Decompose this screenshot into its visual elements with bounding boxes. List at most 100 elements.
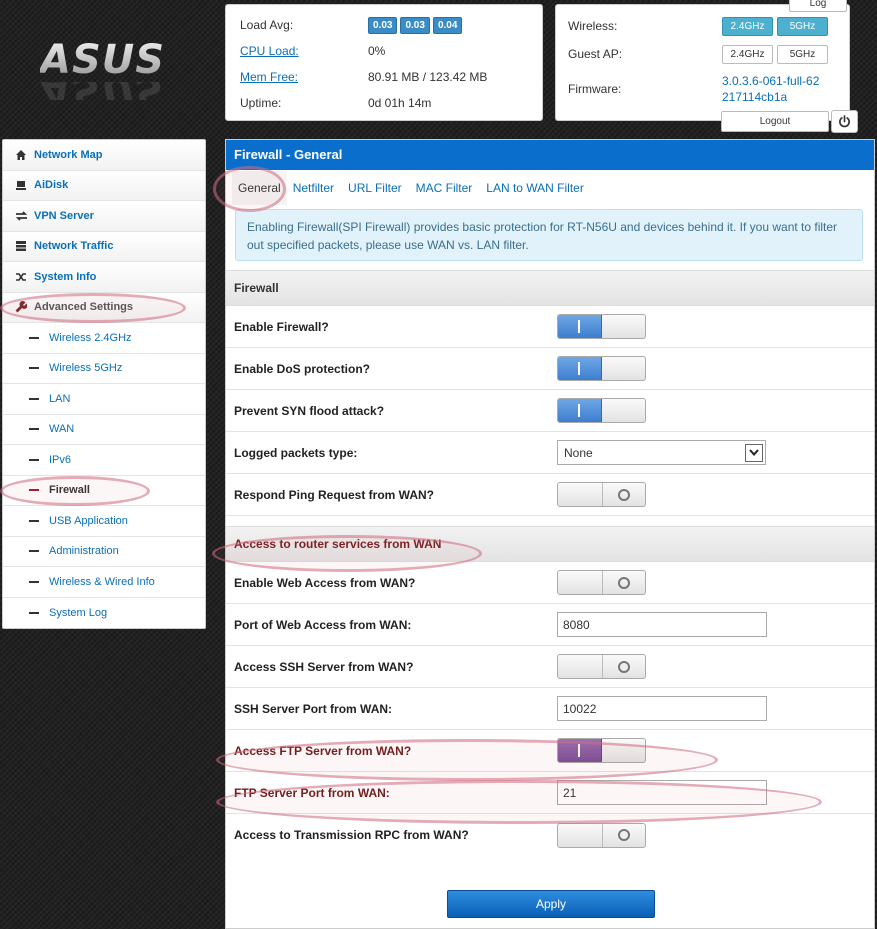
wireless-5ghz-button[interactable]: 5GHz: [777, 16, 828, 36]
logged-packets-value: None: [564, 445, 593, 460]
section-firewall: Firewall: [226, 270, 874, 306]
web-port-input[interactable]: [557, 612, 767, 637]
cpu-load-link[interactable]: CPU Load:: [240, 44, 368, 58]
cpu-load-row: CPU Load: 0%: [240, 38, 528, 64]
load-avg-row: Load Avg: 0.03 0.03 0.04: [240, 12, 528, 38]
sidebar-subitem-wan[interactable]: WAN: [3, 415, 205, 445]
sidebar-subitem-label: Wireless 5GHz: [49, 362, 123, 375]
sidebar-subitem-label: Administration: [49, 545, 119, 558]
dash-icon: [29, 519, 39, 522]
transmission-row: Access to Transmission RPC from WAN?: [226, 814, 874, 856]
web-access-toggle[interactable]: [557, 570, 646, 595]
sidebar-item-network-map[interactable]: Network Map: [3, 140, 205, 171]
sidebar-item-label: VPN Server: [34, 209, 94, 222]
vpn-icon: [14, 209, 28, 223]
log-button[interactable]: Log: [789, 0, 847, 12]
system-status-panel: Load Avg: 0.03 0.03 0.04 CPU Load: 0% Mem …: [225, 4, 543, 121]
sidebar-subitem-firewall[interactable]: Firewall: [3, 476, 205, 506]
transmission-label: Access to Transmission RPC from WAN?: [234, 828, 469, 842]
ssh-port-input[interactable]: [557, 696, 767, 721]
power-button[interactable]: [831, 110, 858, 133]
mem-free-value: 80.91 MB / 123.42 MB: [368, 70, 488, 84]
prevent-syn-toggle[interactable]: [557, 398, 646, 423]
sidebar-subitem-usb-application[interactable]: USB Application: [3, 506, 205, 537]
dash-icon: [29, 336, 39, 339]
guest-ap-label: Guest AP:: [568, 47, 623, 61]
prevent-syn-label: Prevent SYN flood attack?: [234, 403, 385, 418]
enable-dos-row: Enable DoS protection?: [226, 348, 874, 390]
load-avg-label: Load Avg:: [240, 18, 294, 32]
sidebar-item-vpn-server[interactable]: VPN Server: [3, 201, 205, 232]
sidebar-item-label: AiDisk: [34, 179, 69, 192]
dash-icon: [29, 367, 39, 370]
enable-firewall-label: Enable Firewall?: [234, 319, 329, 334]
sidebar-subitem-label: USB Application: [49, 514, 128, 527]
dash-icon: [29, 397, 39, 400]
power-icon: [839, 115, 850, 128]
sidebar-subitem-wireless-24ghz[interactable]: Wireless 2.4GHz: [3, 323, 205, 354]
firmware-version-link[interactable]: 3.0.3.6-061-full-62217114cb1a: [722, 73, 822, 105]
ftp-access-toggle[interactable]: [557, 738, 646, 763]
apply-button[interactable]: Apply: [447, 890, 655, 918]
firewall-info-box: Enabling Firewall(SPI Firewall) provides…: [235, 209, 863, 261]
logged-packets-select[interactable]: None: [557, 440, 766, 465]
sidebar-subitem-ipv6[interactable]: IPv6: [3, 445, 205, 476]
wireless-label: Wireless:: [568, 19, 618, 33]
firewall-general-panel: Firewall - General General Netfilter URL…: [225, 139, 875, 929]
dash-icon: [29, 580, 39, 583]
logged-packets-row: Logged packets type: None: [226, 432, 874, 474]
tab-url-filter[interactable]: URL Filter: [348, 181, 410, 195]
guest-24ghz-button[interactable]: 2.4GHz: [722, 44, 773, 64]
sidebar-subitem-wireless-5ghz[interactable]: Wireless 5GHz: [3, 354, 205, 384]
guest-5ghz-button[interactable]: 5GHz: [777, 44, 828, 64]
dash-icon: [29, 428, 39, 431]
sidebar-item-label: System Info: [34, 270, 97, 283]
enable-firewall-row: Enable Firewall?: [226, 306, 874, 348]
asus-logo: ASUS ASUS: [40, 38, 172, 100]
mem-free-link[interactable]: Mem Free:: [240, 70, 368, 84]
dash-icon: [29, 611, 39, 614]
ssh-access-toggle[interactable]: [557, 654, 646, 679]
sidebar-item-system-info[interactable]: System Info: [3, 262, 205, 293]
enable-firewall-toggle[interactable]: [557, 314, 646, 339]
wireless-24ghz-button[interactable]: 2.4GHz: [722, 16, 773, 36]
web-port-label: Port of Web Access from WAN:: [234, 617, 412, 632]
sidebar-subitem-wireless-wired-info[interactable]: Wireless & Wired Info: [3, 567, 205, 598]
tab-netfilter[interactable]: Netfilter: [293, 181, 342, 195]
uptime-row: Uptime: 0d 01h 14m: [240, 90, 528, 116]
chevron-down-icon: [745, 443, 763, 462]
sidebar-item-advanced-settings[interactable]: Advanced Settings: [3, 292, 205, 323]
sidebar-item-aidisk[interactable]: AiDisk: [3, 170, 205, 201]
home-icon: [14, 148, 28, 162]
tab-lan-to-wan-filter[interactable]: LAN to WAN Filter: [486, 181, 592, 195]
sidebar-subitem-administration[interactable]: Administration: [3, 537, 205, 567]
sidebar-item-network-traffic[interactable]: Network Traffic: [3, 231, 205, 262]
web-access-label: Enable Web Access from WAN?: [234, 575, 416, 590]
logout-button[interactable]: Logout: [721, 111, 829, 132]
sidebar-item-label: Network Traffic: [34, 240, 114, 253]
load-avg-15: 0.04: [432, 16, 463, 34]
logged-packets-label: Logged packets type:: [234, 445, 358, 460]
tab-mac-filter[interactable]: MAC Filter: [416, 181, 481, 195]
sidebar-subitem-lan[interactable]: LAN: [3, 384, 205, 415]
ssh-access-row: Access SSH Server from WAN?: [226, 646, 874, 688]
tab-general[interactable]: General: [232, 170, 287, 205]
sidebar-subitem-label: WAN: [49, 423, 75, 436]
wrench-icon: [14, 300, 28, 314]
enable-dos-toggle[interactable]: [557, 356, 646, 381]
ssh-port-row: SSH Server Port from WAN:: [226, 688, 874, 730]
page-title: Firewall - General: [226, 140, 874, 170]
ftp-port-input[interactable]: [557, 780, 767, 805]
respond-ping-toggle[interactable]: [557, 482, 646, 507]
sidebar-subitem-label: IPv6: [49, 453, 72, 466]
sidebar-subitem-system-log[interactable]: System Log: [3, 598, 205, 629]
section-access-from-wan: Access to router services from WAN: [226, 526, 874, 562]
ftp-access-label: Access FTP Server from WAN?: [234, 743, 412, 758]
uptime-label: Uptime:: [240, 96, 282, 110]
sidebar-subitem-label: Wireless & Wired Info: [49, 575, 155, 588]
web-access-row: Enable Web Access from WAN?: [226, 562, 874, 604]
load-avg-1: 0.03: [368, 16, 398, 34]
logo-reflection: ASUS: [40, 82, 172, 100]
web-port-row: Port of Web Access from WAN:: [226, 604, 874, 646]
transmission-toggle[interactable]: [557, 822, 646, 848]
